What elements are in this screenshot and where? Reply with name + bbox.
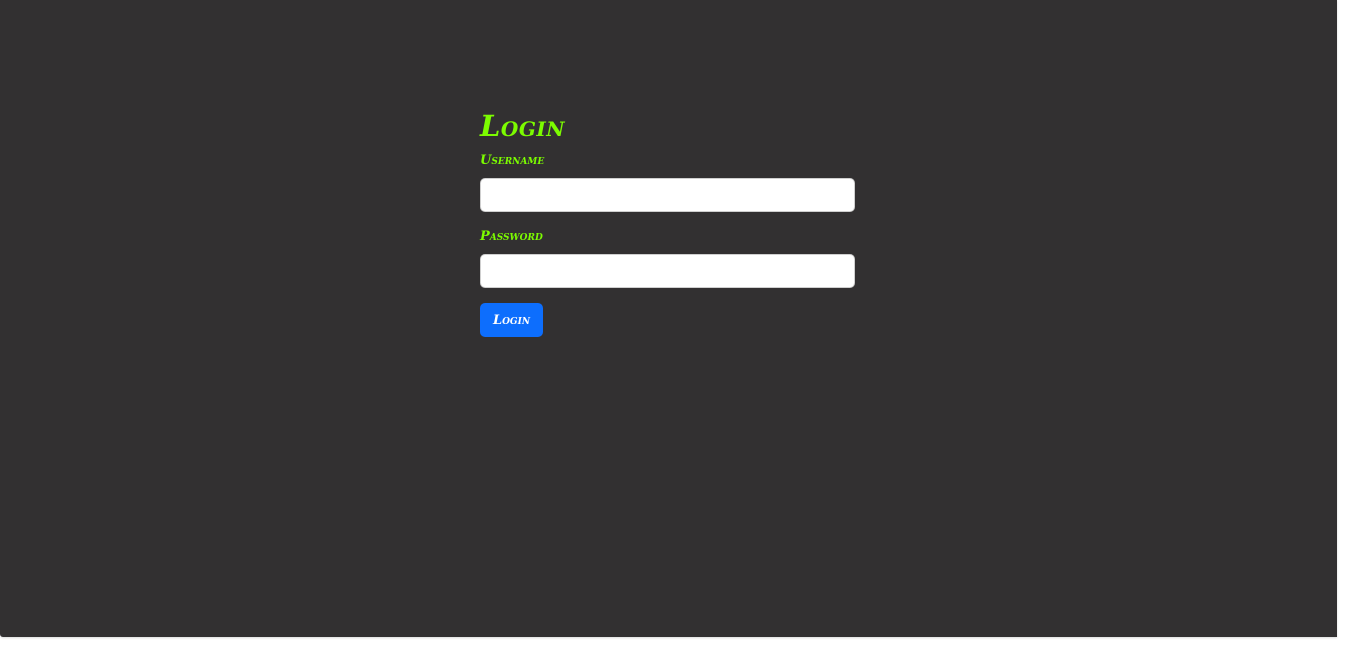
username-label: Username: [480, 153, 545, 168]
login-form: Login Username Password Login: [480, 108, 855, 337]
username-field[interactable]: [480, 178, 855, 212]
password-field[interactable]: [480, 254, 855, 288]
app-panel: Login Username Password Login: [0, 0, 1337, 637]
login-button[interactable]: Login: [480, 303, 543, 337]
page-title: Login: [480, 109, 566, 143]
password-label: Password: [480, 229, 543, 244]
